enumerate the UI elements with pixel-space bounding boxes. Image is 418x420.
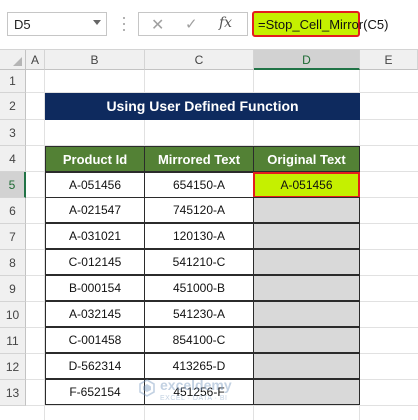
cell-b11[interactable]: C-001458 [45, 327, 145, 353]
cell-b6[interactable]: A-021547 [45, 197, 145, 223]
column-header-c[interactable]: C [145, 50, 254, 70]
cell-d5-active[interactable]: A-051456 [253, 172, 360, 198]
row-header-8[interactable]: 8 [0, 250, 26, 276]
cell-d8[interactable] [253, 249, 360, 275]
cell-b12[interactable]: D-562314 [45, 353, 145, 379]
cell-c5[interactable]: 654150-A [144, 172, 254, 198]
row-header-4[interactable]: 4 [0, 146, 26, 172]
drag-handle-icon[interactable] [123, 17, 126, 31]
cell-d7[interactable] [253, 223, 360, 249]
select-all-button[interactable] [0, 50, 26, 70]
formula-text: =Stop_Cell_Mirror(C5) [258, 17, 389, 32]
row-header-2[interactable]: 2 [0, 93, 26, 120]
formula-bar: D5 ✕ ✓ fx =Stop_Cell_Mirror(C5) [0, 0, 418, 50]
exceldemy-logo-icon [139, 379, 155, 397]
header-mirrored-text[interactable]: Mirrored Text [144, 146, 254, 172]
table-title[interactable]: Using User Defined Function [45, 93, 360, 120]
row-header-5[interactable]: 5 [0, 172, 26, 198]
enter-icon[interactable]: ✓ [185, 15, 198, 33]
watermark-name: exceldemy [160, 377, 232, 393]
cell-d9[interactable] [253, 275, 360, 301]
cell-c10[interactable]: 541230-A [144, 301, 254, 327]
cell-d11[interactable] [253, 327, 360, 353]
watermark: exceldemy EXCEL · DATA · BI [138, 373, 288, 413]
cell-d10[interactable] [253, 301, 360, 327]
row-header-6[interactable]: 6 [0, 198, 26, 224]
cell-b13[interactable]: F-652154 [45, 379, 145, 405]
row-header-9[interactable]: 9 [0, 276, 26, 302]
insert-function-icon[interactable]: fx [219, 15, 232, 31]
name-box[interactable]: D5 [7, 12, 107, 36]
column-header-b[interactable]: B [45, 50, 145, 70]
column-header-d[interactable]: D [254, 50, 360, 70]
chevron-down-icon[interactable] [93, 20, 101, 25]
cell-b5[interactable]: A-051456 [45, 172, 145, 198]
name-box-value: D5 [14, 17, 31, 32]
column-header-a[interactable]: A [26, 50, 45, 70]
cell-b8[interactable]: C-012145 [45, 249, 145, 275]
cell-d6[interactable] [253, 197, 360, 223]
row-header-13[interactable]: 13 [0, 380, 26, 406]
cell-b9[interactable]: B-000154 [45, 275, 145, 301]
cell-c6[interactable]: 745120-A [144, 197, 254, 223]
header-original-text[interactable]: Original Text [253, 146, 360, 172]
watermark-tagline: EXCEL · DATA · BI [160, 395, 228, 402]
row-header-10[interactable]: 10 [0, 302, 26, 328]
select-all-icon [13, 57, 22, 66]
cancel-icon[interactable]: ✕ [151, 15, 164, 35]
cell-c7[interactable]: 120130-A [144, 223, 254, 249]
cell-b10[interactable]: A-032145 [45, 301, 145, 327]
row-header-12[interactable]: 12 [0, 354, 26, 380]
cell-c8[interactable]: 541210-C [144, 249, 254, 275]
header-product-id[interactable]: Product Id [45, 146, 145, 172]
row-header-11[interactable]: 11 [0, 328, 26, 354]
column-header-e[interactable]: E [360, 50, 418, 70]
formula-buttons: ✕ ✓ fx [138, 12, 248, 36]
formula-input[interactable]: =Stop_Cell_Mirror(C5) [252, 11, 388, 37]
row-header-1[interactable]: 1 [0, 70, 26, 93]
cell-c11[interactable]: 854100-C [144, 327, 254, 353]
cell-b7[interactable]: A-031021 [45, 223, 145, 249]
row-header-7[interactable]: 7 [0, 224, 26, 250]
cell-c9[interactable]: 451000-B [144, 275, 254, 301]
row-header-3[interactable]: 3 [0, 120, 26, 146]
